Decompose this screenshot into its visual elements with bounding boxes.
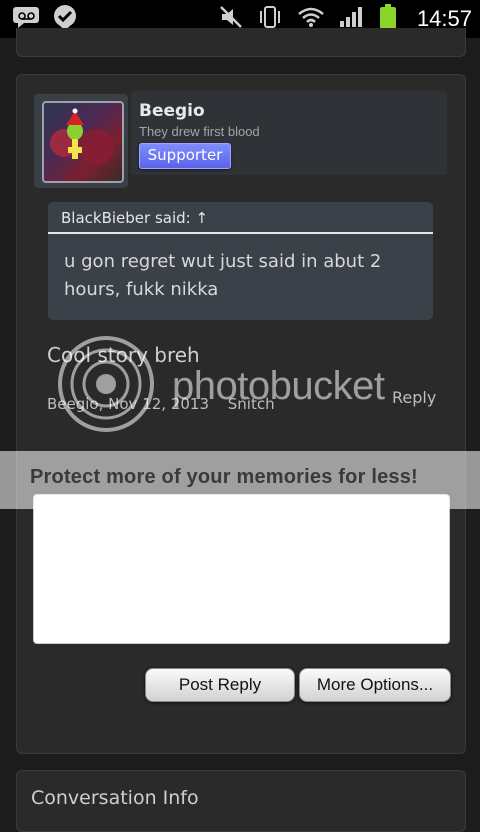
quote-header: BlackBieber said: ↑	[48, 202, 433, 234]
user-info-panel: Beegio They drew first blood Supporter	[131, 91, 447, 175]
avatar[interactable]	[42, 101, 124, 183]
supporter-badge: Supporter	[139, 143, 231, 169]
post-reply-button[interactable]: Post Reply	[145, 668, 295, 702]
snitch-link[interactable]: Snitch	[228, 395, 275, 413]
quote-author-link[interactable]: BlackBieber said: ↑	[61, 209, 208, 227]
reply-link[interactable]: Reply	[392, 388, 436, 407]
quote-text: u gon regret wut just said in abut 2 hou…	[64, 251, 382, 300]
watermark-banner-text: Protect more of your memories for less!	[30, 466, 418, 488]
quote-block: BlackBieber said: ↑ u gon regret wut jus…	[48, 202, 433, 320]
previous-post-card	[16, 28, 466, 57]
more-options-button[interactable]: More Options...	[299, 668, 451, 702]
conversation-info-title: Conversation Info	[31, 787, 199, 809]
reply-editor[interactable]	[33, 494, 450, 644]
post-card: Beegio They drew first blood Supporter B…	[16, 74, 466, 754]
conversation-info-card: Conversation Info	[16, 770, 466, 832]
user-title: They drew first blood	[139, 124, 260, 139]
post-message: Cool story breh	[47, 343, 200, 367]
avatar-frame[interactable]	[34, 94, 128, 188]
post-meta: Beegio, Nov 12, 2013 Snitch	[47, 395, 289, 413]
avatar-image	[50, 108, 114, 165]
username[interactable]: Beegio	[139, 101, 205, 121]
post-author-date[interactable]: Beegio, Nov 12, 2013	[47, 395, 209, 413]
